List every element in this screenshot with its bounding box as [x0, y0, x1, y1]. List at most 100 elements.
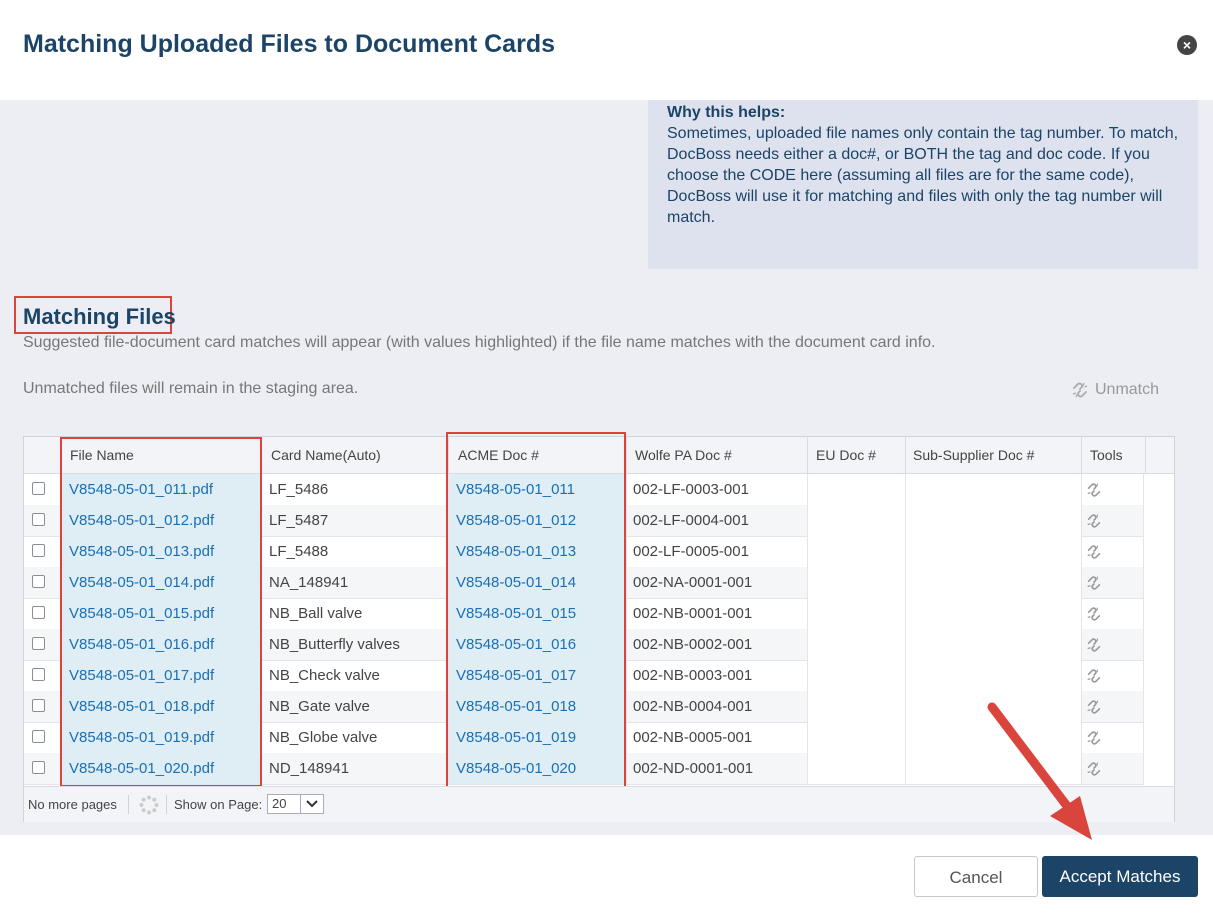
accept-matches-button[interactable]: Accept Matches — [1042, 856, 1198, 897]
card-name-cell: LF_5486 — [262, 474, 449, 505]
broken-link-icon[interactable] — [1085, 729, 1103, 747]
sub-supplier-doc-cell — [906, 753, 1082, 784]
header-select — [24, 437, 61, 473]
row-select-cell — [24, 722, 61, 753]
sub-supplier-doc-cell — [906, 598, 1082, 629]
unmatched-note: Unmatched files will remain in the stagi… — [23, 380, 359, 397]
help-panel: Why this helps: Sometimes, uploaded file… — [648, 100, 1198, 269]
row-select-cell — [24, 753, 61, 784]
eu-doc-cell — [808, 753, 906, 784]
file-name-highlight-box — [60, 437, 262, 787]
card-name-cell: NA_148941 — [262, 567, 449, 598]
broken-link-icon[interactable] — [1085, 574, 1103, 592]
close-icon[interactable]: × — [1177, 35, 1197, 55]
eu-doc-cell — [808, 505, 906, 536]
header-tools: Tools — [1082, 437, 1146, 473]
broken-link-icon[interactable] — [1085, 698, 1103, 716]
eu-doc-cell — [808, 567, 906, 598]
row-select-cell — [24, 536, 61, 567]
eu-doc-cell — [808, 536, 906, 567]
acme-doc-highlight-box — [446, 432, 626, 788]
eu-doc-cell — [808, 629, 906, 660]
dialog-title: Matching Uploaded Files to Document Card… — [23, 30, 555, 58]
sub-supplier-doc-cell — [906, 536, 1082, 567]
wolfe-doc-cell: 002-NB-0005-001 — [627, 722, 808, 753]
row-select-cell — [24, 598, 61, 629]
broken-link-icon[interactable] — [1085, 481, 1103, 499]
card-name-cell: ND_148941 — [262, 753, 449, 784]
card-name-cell: NB_Gate valve — [262, 691, 449, 722]
row-checkbox[interactable] — [32, 730, 45, 743]
broken-link-icon[interactable] — [1085, 512, 1103, 530]
row-checkbox[interactable] — [32, 637, 45, 650]
pager-separator — [166, 795, 167, 814]
row-checkbox[interactable] — [32, 575, 45, 588]
eu-doc-cell — [808, 598, 906, 629]
broken-link-icon[interactable] — [1085, 636, 1103, 654]
wolfe-doc-cell: 002-NB-0001-001 — [627, 598, 808, 629]
grid-pager: No more pages Show on Page: 20 — [24, 786, 1174, 822]
sub-supplier-doc-cell — [906, 505, 1082, 536]
eu-doc-cell — [808, 722, 906, 753]
matching-files-grid: File Name Card Name(Auto) ACME Doc # Wol… — [23, 432, 1175, 822]
unmatch-label: Unmatch — [1095, 381, 1160, 398]
card-name-cell: NB_Check valve — [262, 660, 449, 691]
broken-link-icon[interactable] — [1085, 667, 1103, 685]
pager-status: No more pages — [28, 797, 117, 812]
sub-supplier-doc-cell — [906, 567, 1082, 598]
sub-supplier-doc-cell — [906, 629, 1082, 660]
card-name-cell: NB_Globe valve — [262, 722, 449, 753]
wolfe-doc-cell: 002-NB-0002-001 — [627, 629, 808, 660]
row-select-cell — [24, 691, 61, 722]
wolfe-doc-cell: 002-NB-0003-001 — [627, 660, 808, 691]
row-select-cell — [24, 505, 61, 536]
wolfe-doc-cell: 002-ND-0001-001 — [627, 753, 808, 784]
sub-supplier-doc-cell — [906, 722, 1082, 753]
header-eu-doc[interactable]: EU Doc # — [808, 437, 906, 473]
row-select-cell — [24, 660, 61, 691]
row-checkbox[interactable] — [32, 699, 45, 712]
header-wolfe-doc[interactable]: Wolfe PA Doc # — [627, 437, 808, 473]
card-name-cell: LF_5488 — [262, 536, 449, 567]
header-sub-supplier-doc[interactable]: Sub-Supplier Doc # — [906, 437, 1082, 473]
pager-separator — [128, 795, 129, 814]
card-name-cell: NB_Butterfly valves — [262, 629, 449, 660]
sub-supplier-doc-cell — [906, 660, 1082, 691]
unmatch-button[interactable]: Unmatch — [1070, 380, 1159, 400]
sub-supplier-doc-cell — [906, 691, 1082, 722]
dialog-header: Matching Uploaded Files to Document Card… — [0, 0, 1213, 100]
row-select-cell — [24, 474, 61, 505]
wolfe-doc-cell: 002-NA-0001-001 — [627, 567, 808, 598]
page-size-select[interactable]: 20 — [267, 794, 324, 814]
row-select-cell — [24, 629, 61, 660]
broken-link-icon[interactable] — [1085, 760, 1103, 778]
broken-link-icon — [1072, 382, 1088, 398]
broken-link-icon[interactable] — [1085, 605, 1103, 623]
row-checkbox[interactable] — [32, 513, 45, 526]
row-checkbox[interactable] — [32, 668, 45, 681]
row-checkbox[interactable] — [32, 544, 45, 557]
page-size-value: 20 — [272, 796, 287, 811]
row-checkbox[interactable] — [32, 606, 45, 619]
section-title: Matching Files — [23, 304, 176, 329]
help-title: Why this helps: — [667, 104, 786, 121]
eu-doc-cell — [808, 474, 906, 505]
broken-link-icon[interactable] — [1085, 543, 1103, 561]
row-checkbox[interactable] — [32, 761, 45, 774]
wolfe-doc-cell: 002-LF-0004-001 — [627, 505, 808, 536]
wolfe-doc-cell: 002-NB-0004-001 — [627, 691, 808, 722]
chevron-down-icon — [300, 795, 323, 813]
wolfe-doc-cell: 002-LF-0005-001 — [627, 536, 808, 567]
refresh-spinner-icon[interactable] — [138, 794, 160, 816]
card-name-cell: NB_Ball valve — [262, 598, 449, 629]
row-select-cell — [24, 567, 61, 598]
eu-doc-cell — [808, 660, 906, 691]
wolfe-doc-cell: 002-LF-0003-001 — [627, 474, 808, 505]
cancel-button[interactable]: Cancel — [914, 856, 1038, 897]
eu-doc-cell — [808, 691, 906, 722]
section-description: Suggested file-document card matches wil… — [23, 334, 936, 351]
header-card-name[interactable]: Card Name(Auto) — [262, 437, 449, 473]
help-text: Sometimes, uploaded file names only cont… — [667, 125, 1179, 226]
card-name-cell: LF_5487 — [262, 505, 449, 536]
row-checkbox[interactable] — [32, 482, 45, 495]
